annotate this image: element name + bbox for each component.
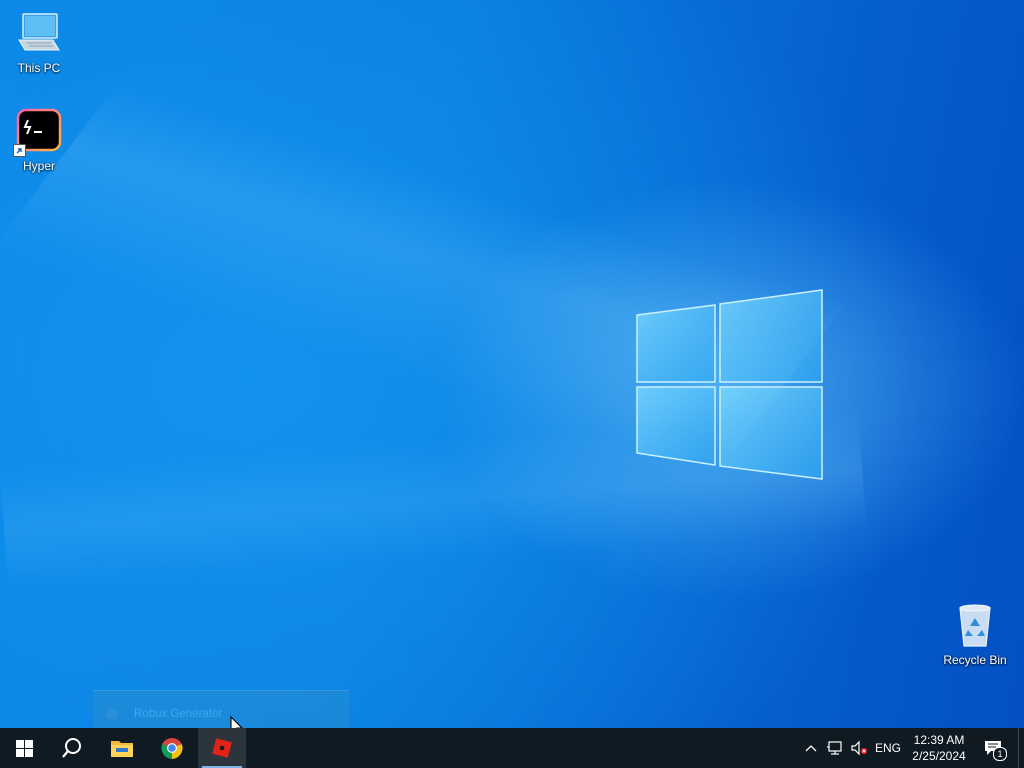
taskbar-roblox[interactable] [198,728,246,768]
search-icon [62,738,81,758]
taskbar: ENG 12:39 AM 2/25/2024 1 [0,728,1024,768]
terminal-icon [13,108,63,157]
computer-icon [15,10,63,58]
show-desktop-button[interactable] [1018,728,1024,768]
roblox-icon [212,738,232,758]
folder-icon [111,741,133,757]
windows-icon [15,739,33,757]
network-tray-button[interactable] [823,728,847,768]
taskbar-google-chrome[interactable] [148,728,196,768]
volume-muted-icon [851,740,868,756]
notification-icon: 1 [984,740,1007,761]
taskbar-file-explorer[interactable] [98,728,146,768]
taskbar-thumbnail-preview[interactable]: Robux Generator [93,690,349,729]
chrome-icon [161,737,183,759]
clock-date: 2/25/2024 [912,749,966,763]
start-button[interactable] [0,728,48,768]
chevron-up-icon [805,745,817,752]
preview-window-title: Robux Generator [134,708,223,720]
desktop-icon-label: This PC [17,61,61,75]
clock-time: 12:39 AM [913,733,965,747]
recycle-bin-icon [951,602,999,650]
show-hidden-icons-button[interactable] [800,728,822,768]
search-button[interactable] [48,728,96,768]
desktop-icon-label: Hyper [22,159,55,173]
desktop-icon-hyper[interactable]: Hyper [1,108,77,173]
volume-tray-button[interactable] [847,728,871,768]
input-language-indicator[interactable]: ENG [872,728,904,768]
desktop-icon-this-pc[interactable]: This PC [1,10,77,75]
notification-count-badge: 1 [993,747,1007,761]
desktop-icon-recycle-bin[interactable]: Recycle Bin [937,602,1013,667]
clock[interactable]: 12:39 AM 2/25/2024 [906,728,972,768]
shortcut-arrow-icon [13,144,26,157]
desktop[interactable]: This PC Hyper Recycle Bin [0,0,1024,728]
action-center-button[interactable]: 1 [978,728,1008,768]
network-disconnected-icon [827,741,842,755]
roblox-icon [105,707,119,721]
desktop-icon-label: Recycle Bin [943,653,1007,667]
wallpaper-windows-logo [636,289,823,480]
